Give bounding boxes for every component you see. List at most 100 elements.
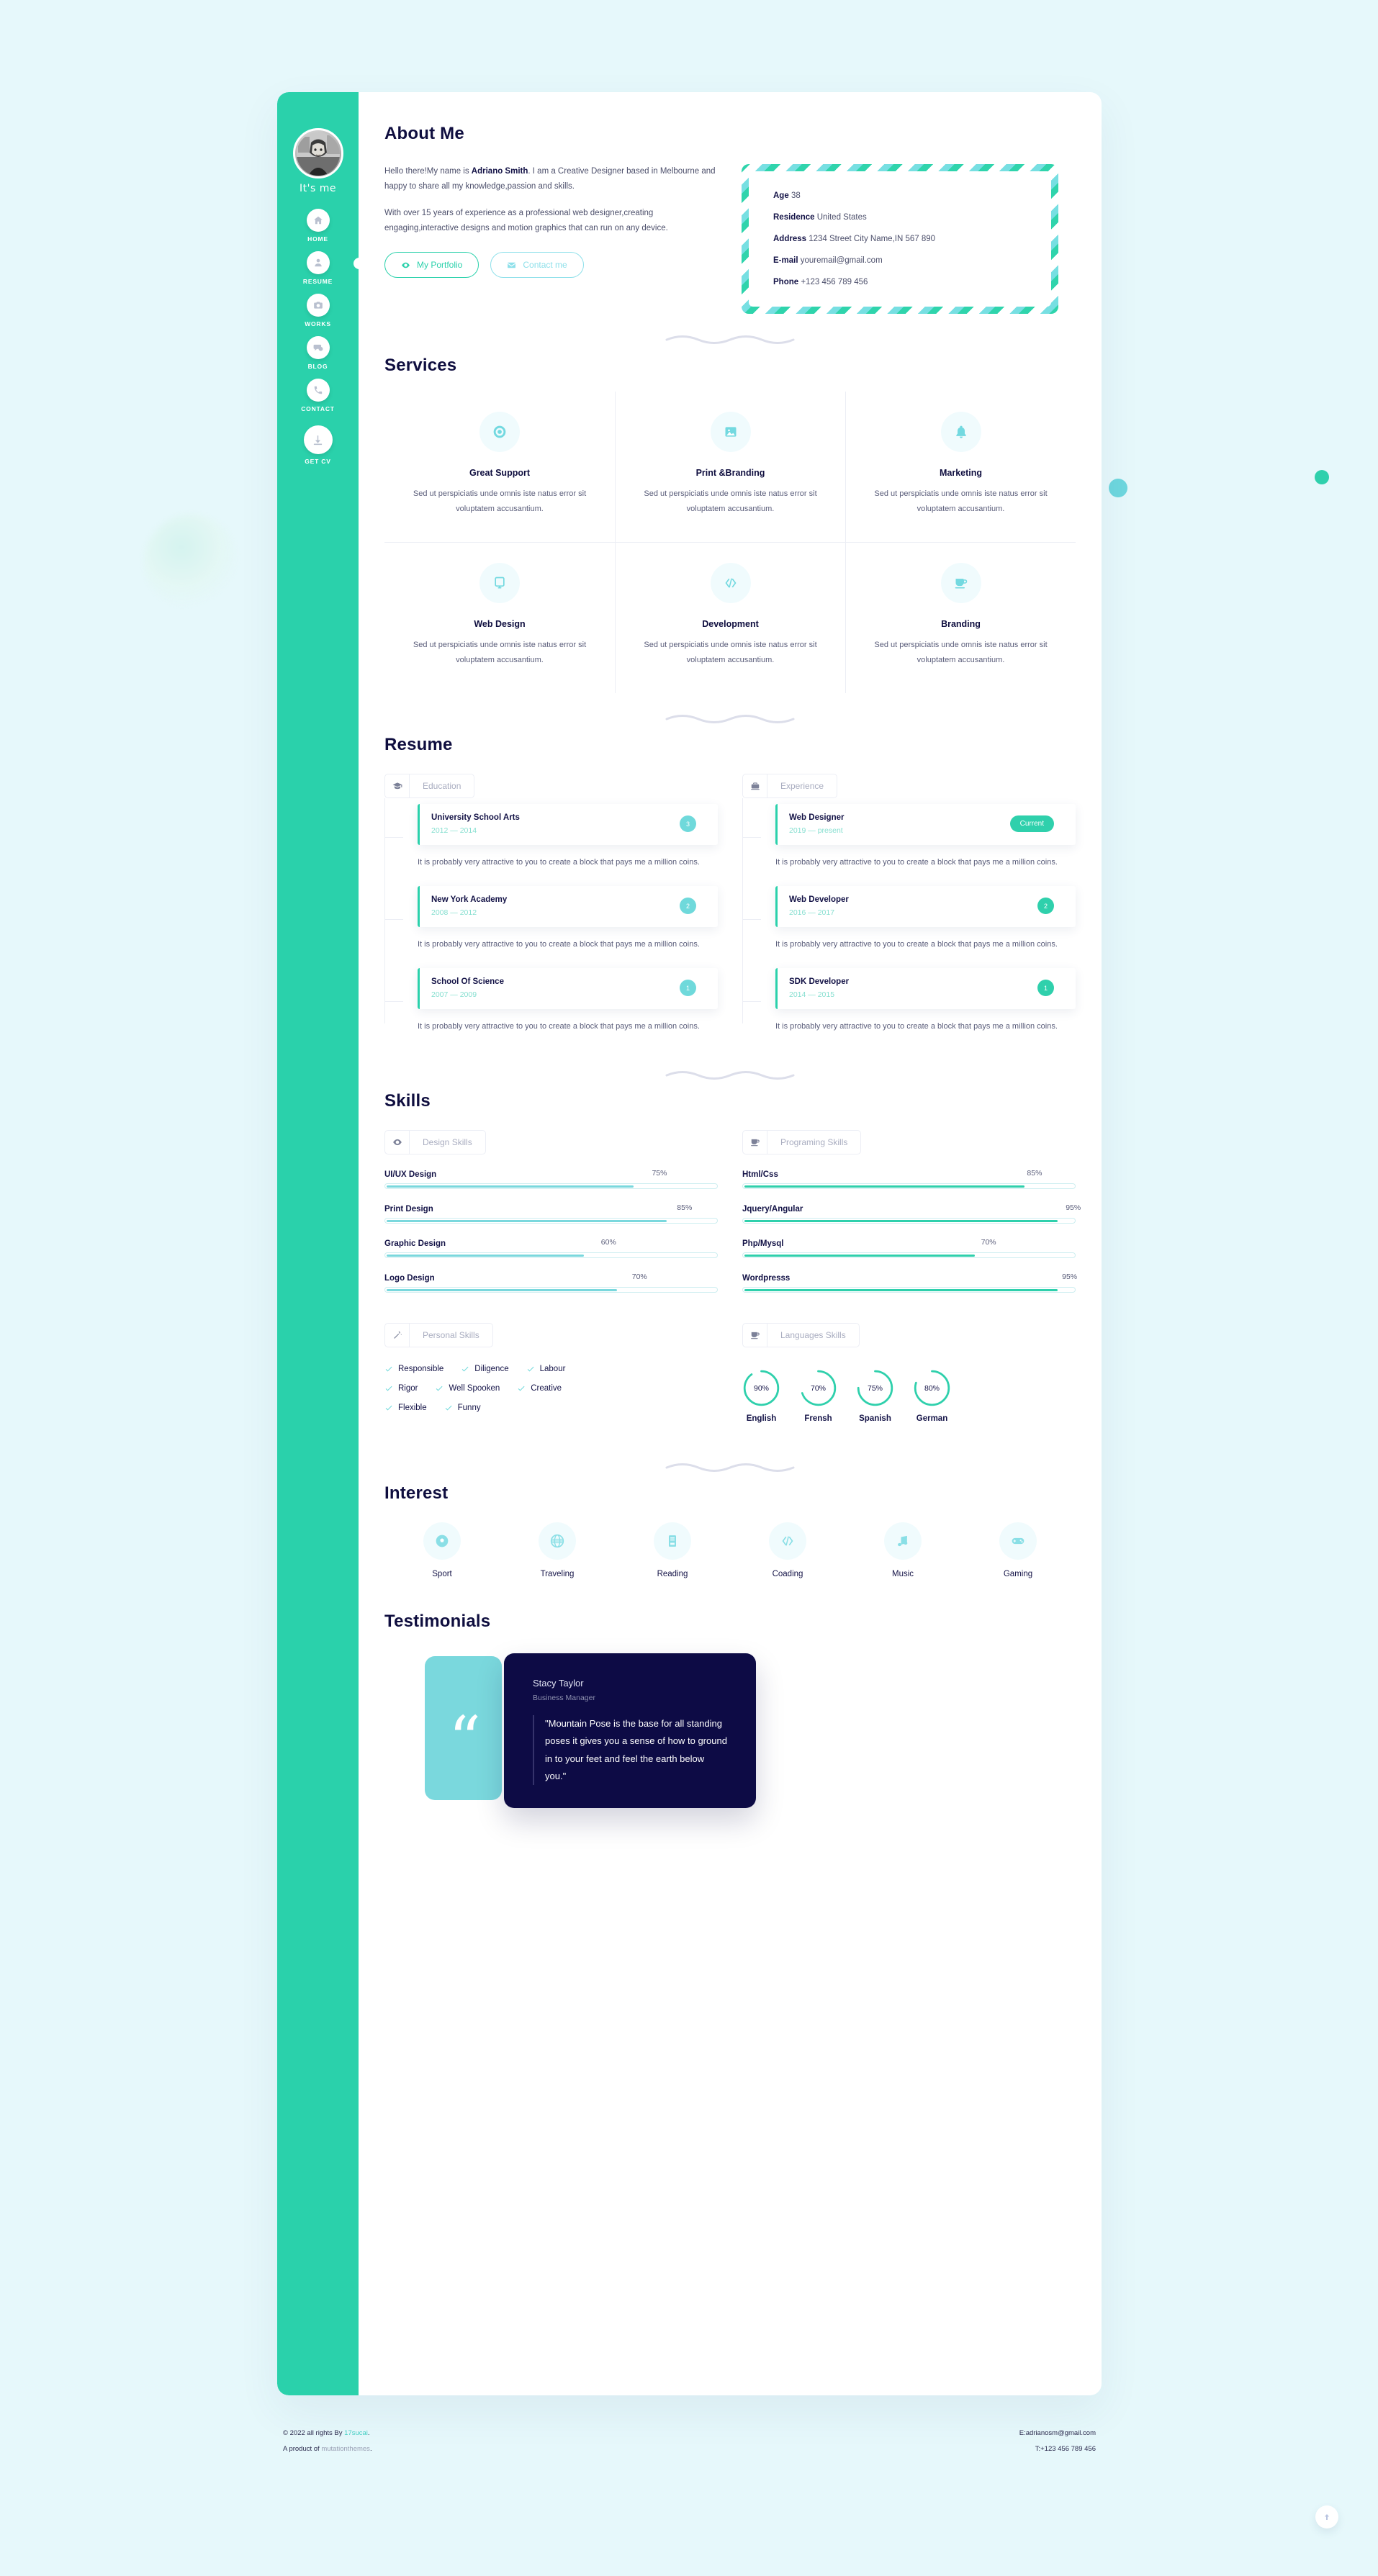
services-title: Services: [379, 353, 457, 375]
sidebar-item-works[interactable]: WORKS: [277, 294, 359, 327]
timeline-item[interactable]: School Of Science 2007 — 2009 1 It is pr…: [384, 967, 718, 1034]
service-card[interactable]: Development Sed ut perspiciatis unde omn…: [615, 542, 845, 693]
skill-name: Print Design: [384, 1205, 433, 1214]
timeline-date: 2014 — 2015: [789, 990, 835, 999]
skill-fill: [386, 1254, 585, 1257]
section-about: About Me Hello there!My name is Adriano …: [359, 92, 1102, 314]
language-item: 80% German: [913, 1369, 951, 1423]
personal-skill-item: Responsible: [384, 1365, 443, 1373]
language-name: German: [916, 1414, 948, 1424]
interest-item[interactable]: Coading: [730, 1522, 845, 1578]
football-icon: [436, 1535, 449, 1547]
footer-left: © 2022 all rights By 17sucai. A product …: [283, 2426, 372, 2457]
tab-design-skills-label: Design Skills: [423, 1137, 472, 1148]
skill-fill: [744, 1219, 1058, 1222]
skill-fill: [386, 1288, 618, 1291]
page-title: About Me: [380, 121, 464, 143]
magic-wand-icon: [393, 1331, 402, 1339]
sidebar-get-cv-button[interactable]: GET CV: [277, 425, 359, 465]
footer: © 2022 all rights By 17sucai. A product …: [277, 2413, 1102, 2457]
monitor-icon: [495, 577, 505, 589]
interest-item[interactable]: Gaming: [960, 1522, 1076, 1578]
timeline-desc: It is probably very attractive to you to…: [775, 857, 1058, 867]
skill-pct: 85%: [677, 1203, 693, 1213]
tab-programming-skills-label: Programing Skills: [780, 1137, 848, 1148]
interest-label: Music: [891, 1570, 914, 1579]
personal-skills-list: Responsible Diligence Labour Rigor Well …: [384, 1365, 718, 1412]
personal-skill-item: Rigor: [384, 1384, 418, 1393]
interest-item[interactable]: Sport: [384, 1522, 500, 1578]
scroll-to-top-button[interactable]: [1315, 2505, 1338, 2528]
timeline-desc: It is probably very attractive to you to…: [418, 857, 700, 867]
skill-bar: Graphic Design 60%: [384, 1238, 718, 1259]
tab-programming-skills[interactable]: Programing Skills: [742, 1130, 862, 1155]
user-icon: [314, 258, 322, 267]
service-card[interactable]: Web Design Sed ut perspiciatis unde omni…: [384, 543, 615, 693]
sidebar-item-resume[interactable]: RESUME: [277, 251, 365, 285]
skill-name: Logo Design: [384, 1274, 435, 1283]
interest-item[interactable]: Reading: [615, 1522, 730, 1578]
personal-skill-item: Diligence: [461, 1365, 509, 1373]
service-card[interactable]: Branding Sed ut perspiciatis unde omnis …: [845, 542, 1076, 693]
decorative-dot-cyan: [1109, 479, 1127, 497]
footer-link-17sucai[interactable]: 17sucai: [344, 2429, 368, 2437]
sidebar-item-contact[interactable]: CONTACT: [277, 379, 359, 412]
skill-fill: [386, 1185, 634, 1188]
footer-right: E:adrianosm@gmail.com T:+123 456 789 456: [1019, 2426, 1096, 2457]
briefcase-icon: [750, 782, 760, 790]
timeline-title: SDK Developer: [789, 977, 850, 986]
music-note-icon: [898, 1536, 908, 1547]
interest-title: Interest: [379, 1481, 449, 1504]
service-card[interactable]: Print &Branding Sed ut perspiciatis unde…: [615, 392, 845, 543]
sidebar-item-home[interactable]: HOME: [277, 209, 359, 243]
eye-icon: [402, 262, 410, 268]
about-paragraph-1: Hello there!My name is Adriano Smith. I …: [384, 167, 716, 191]
image-icon: [725, 427, 736, 437]
programming-skills-column: Programing Skills Html/Css 85% Jquery/Ang…: [742, 1130, 1081, 1423]
timeline-item[interactable]: Web Designer 2019 — present Current It i…: [742, 803, 1076, 870]
timeline-item[interactable]: Web Developer 2016 — 2017 2 It is probab…: [742, 885, 1076, 952]
interest-item[interactable]: Music: [845, 1522, 960, 1578]
personal-skill-item: Creative: [517, 1384, 562, 1393]
experience-column: Experience Web Designer 2019 — present C…: [742, 773, 1076, 1050]
education-column: Education University School Arts 2012 — …: [384, 773, 718, 1050]
timeline-item[interactable]: New York Academy 2008 — 2012 2 It is pro…: [384, 885, 718, 952]
page-root: It's me HOME RESUME WORKS BLOG CONTACT G…: [0, 0, 1378, 2576]
main-card: It's me HOME RESUME WORKS BLOG CONTACT G…: [277, 92, 1102, 2395]
skill-pct: 75%: [652, 1169, 667, 1178]
skill-fill: [386, 1219, 667, 1222]
avatar[interactable]: [292, 128, 343, 178]
tab-personal-skills[interactable]: Personal Skills: [384, 1323, 493, 1348]
info-row-phone: Phone +123 456 789 456: [773, 278, 868, 286]
tab-experience[interactable]: Experience: [742, 773, 838, 798]
contact-me-button[interactable]: Contact me: [490, 252, 584, 279]
skill-pct: 85%: [1027, 1169, 1042, 1178]
tab-education[interactable]: Education: [384, 773, 475, 798]
service-title: Marketing: [939, 468, 983, 478]
skill-bar: Html/Css 85%: [742, 1169, 1076, 1190]
tab-design-skills[interactable]: Design Skills: [384, 1130, 486, 1155]
check-icon: [527, 1367, 534, 1372]
sidebar-item-label: HOME: [307, 235, 328, 243]
language-item: 90% English: [742, 1369, 780, 1423]
service-card[interactable]: Marketing Sed ut perspiciatis unde omnis…: [845, 392, 1076, 543]
skill-pct: 60%: [600, 1238, 616, 1247]
timeline-item[interactable]: SDK Developer 2014 — 2015 1 It is probab…: [742, 967, 1076, 1034]
timeline-desc: It is probably very attractive to you to…: [418, 939, 700, 949]
sidebar-item-blog[interactable]: BLOG: [277, 336, 359, 370]
tab-languages-skills[interactable]: Languages Skills: [742, 1323, 860, 1348]
sidebar-item-label: BLOG: [307, 363, 328, 370]
interest-item[interactable]: Traveling: [500, 1522, 615, 1578]
service-title: Great Support: [469, 468, 531, 478]
footer-email: E:adrianosm@gmail.com: [1019, 2429, 1096, 2437]
languages-list: 90% English 70% Frensh 75% Spanish 80% G…: [742, 1369, 1076, 1423]
timeline-item[interactable]: University School Arts 2012 — 2014 3 It …: [384, 803, 718, 870]
footer-link-mutationthemes[interactable]: mutationthemes: [321, 2445, 370, 2453]
interest-label: Traveling: [540, 1570, 575, 1579]
skill-name: Html/Css: [742, 1170, 778, 1180]
code-icon: [782, 1536, 793, 1546]
my-portfolio-button[interactable]: My Portfolio: [384, 252, 479, 279]
service-card[interactable]: Great Support Sed ut perspiciatis unde o…: [384, 392, 615, 543]
timeline-current-badge: Current: [1009, 815, 1054, 833]
service-desc: Sed ut perspiciatis unde omnis iste natu…: [413, 640, 587, 665]
